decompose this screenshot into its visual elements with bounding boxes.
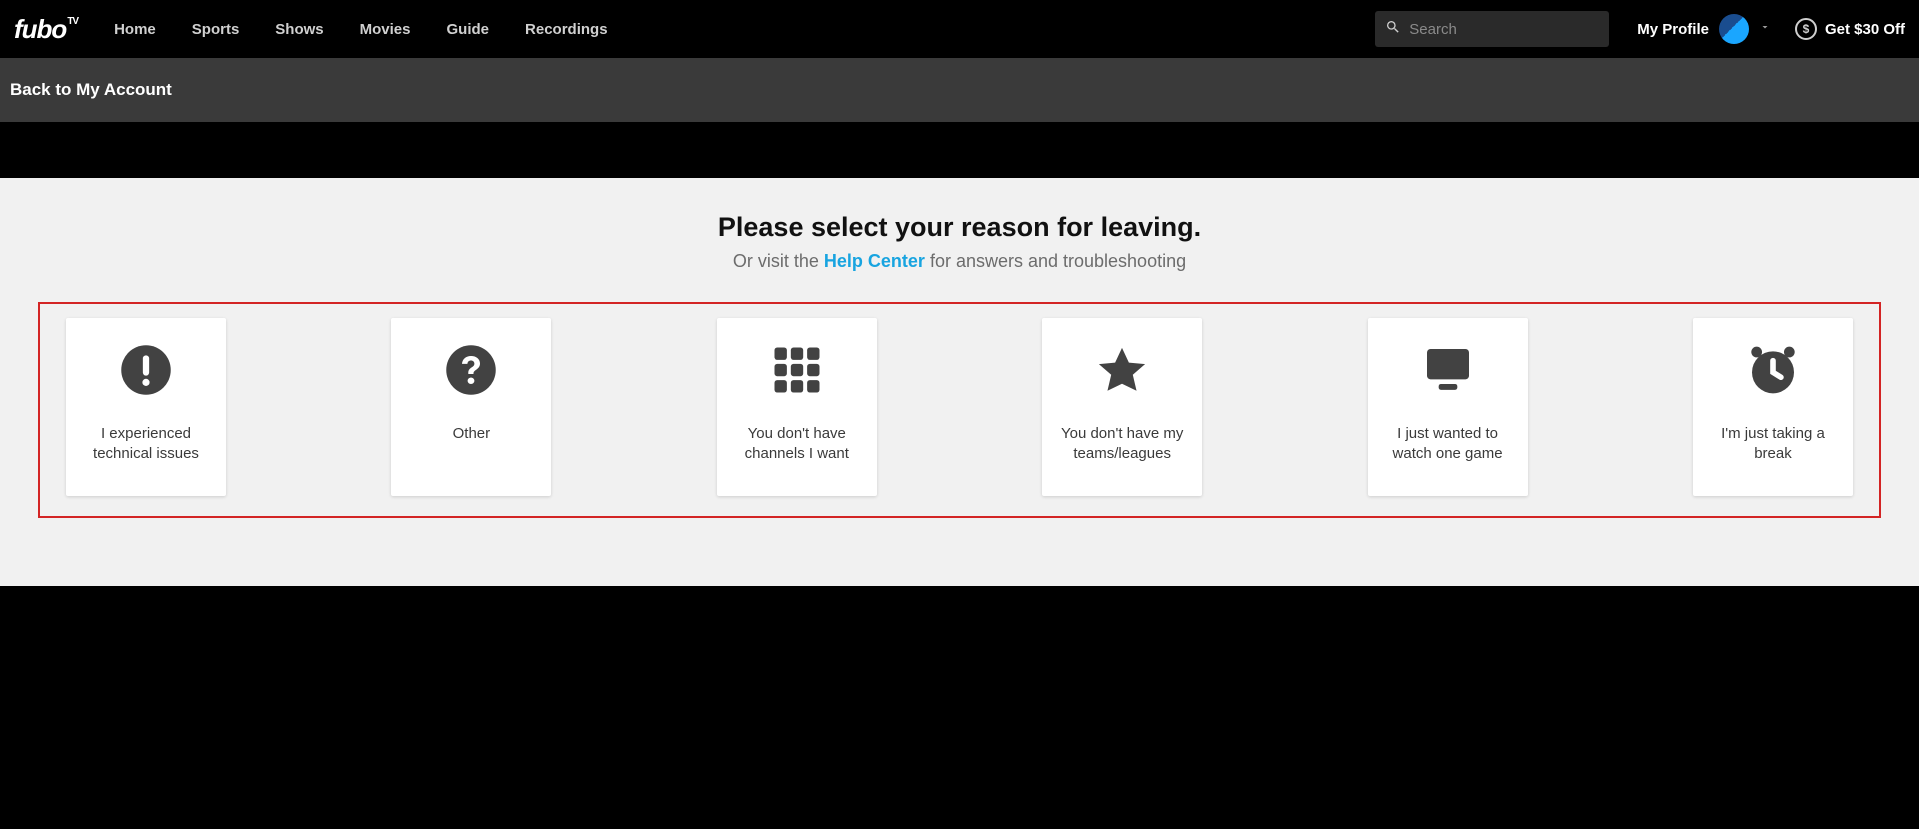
reason-label: I'm just taking a break	[1703, 424, 1843, 465]
question-icon	[443, 342, 499, 398]
subtitle-prefix: Or visit the	[733, 251, 824, 271]
promo-label: Get $30 Off	[1825, 21, 1905, 38]
reason-teams[interactable]: You don't have my teams/leagues	[1042, 318, 1202, 496]
chevron-down-icon	[1759, 20, 1771, 38]
exclamation-icon	[118, 342, 174, 398]
page-subtitle: Or visit the Help Center for answers and…	[0, 251, 1919, 272]
star-icon	[1094, 342, 1150, 398]
reason-label: Other	[453, 424, 491, 444]
avatar	[1719, 14, 1749, 44]
nav-movies[interactable]: Movies	[360, 21, 411, 38]
nav-shows[interactable]: Shows	[275, 21, 323, 38]
dollar-icon: $	[1795, 18, 1817, 40]
nav-recordings[interactable]: Recordings	[525, 21, 608, 38]
logo[interactable]: fuboTV	[14, 14, 78, 45]
clock-icon	[1745, 342, 1801, 398]
reason-channels[interactable]: You don't have channels I want	[717, 318, 877, 496]
nav-home[interactable]: Home	[114, 21, 156, 38]
reasons-highlight: I experienced technical issues Other	[38, 302, 1881, 518]
promo-button[interactable]: $ Get $30 Off	[1795, 18, 1905, 40]
reason-label: I experienced technical issues	[76, 424, 216, 465]
nav-sports[interactable]: Sports	[192, 21, 240, 38]
grid-icon	[769, 342, 825, 398]
logo-text: fubo	[14, 14, 66, 45]
reason-break[interactable]: I'm just taking a break	[1693, 318, 1853, 496]
gap	[0, 122, 1919, 178]
monitor-icon	[1420, 342, 1476, 398]
nav-guide[interactable]: Guide	[447, 21, 490, 38]
subtitle-suffix: for answers and troubleshooting	[925, 251, 1186, 271]
profile-menu[interactable]: My Profile	[1637, 14, 1771, 44]
footer	[0, 586, 1919, 716]
search-icon	[1385, 19, 1409, 40]
search-input[interactable]	[1409, 21, 1599, 38]
reason-label: I just wanted to watch one game	[1378, 424, 1518, 465]
help-center-link[interactable]: Help Center	[824, 251, 925, 271]
reason-technical-issues[interactable]: I experienced technical issues	[66, 318, 226, 496]
page-title: Please select your reason for leaving.	[0, 212, 1919, 243]
reason-label: You don't have channels I want	[727, 424, 867, 465]
reason-other[interactable]: Other	[391, 318, 551, 496]
logo-sup: TV	[67, 16, 78, 27]
reason-one-game[interactable]: I just wanted to watch one game	[1368, 318, 1528, 496]
profile-label: My Profile	[1637, 21, 1709, 38]
header: fuboTV Home Sports Shows Movies Guide Re…	[0, 0, 1919, 58]
main-nav: Home Sports Shows Movies Guide Recording…	[114, 21, 607, 38]
subheader: Back to My Account	[0, 58, 1919, 122]
search-box[interactable]	[1375, 11, 1609, 47]
reason-label: You don't have my teams/leagues	[1052, 424, 1192, 465]
main: Please select your reason for leaving. O…	[0, 178, 1919, 586]
reason-cards: I experienced technical issues Other	[48, 318, 1871, 496]
back-to-account-link[interactable]: Back to My Account	[10, 80, 172, 100]
